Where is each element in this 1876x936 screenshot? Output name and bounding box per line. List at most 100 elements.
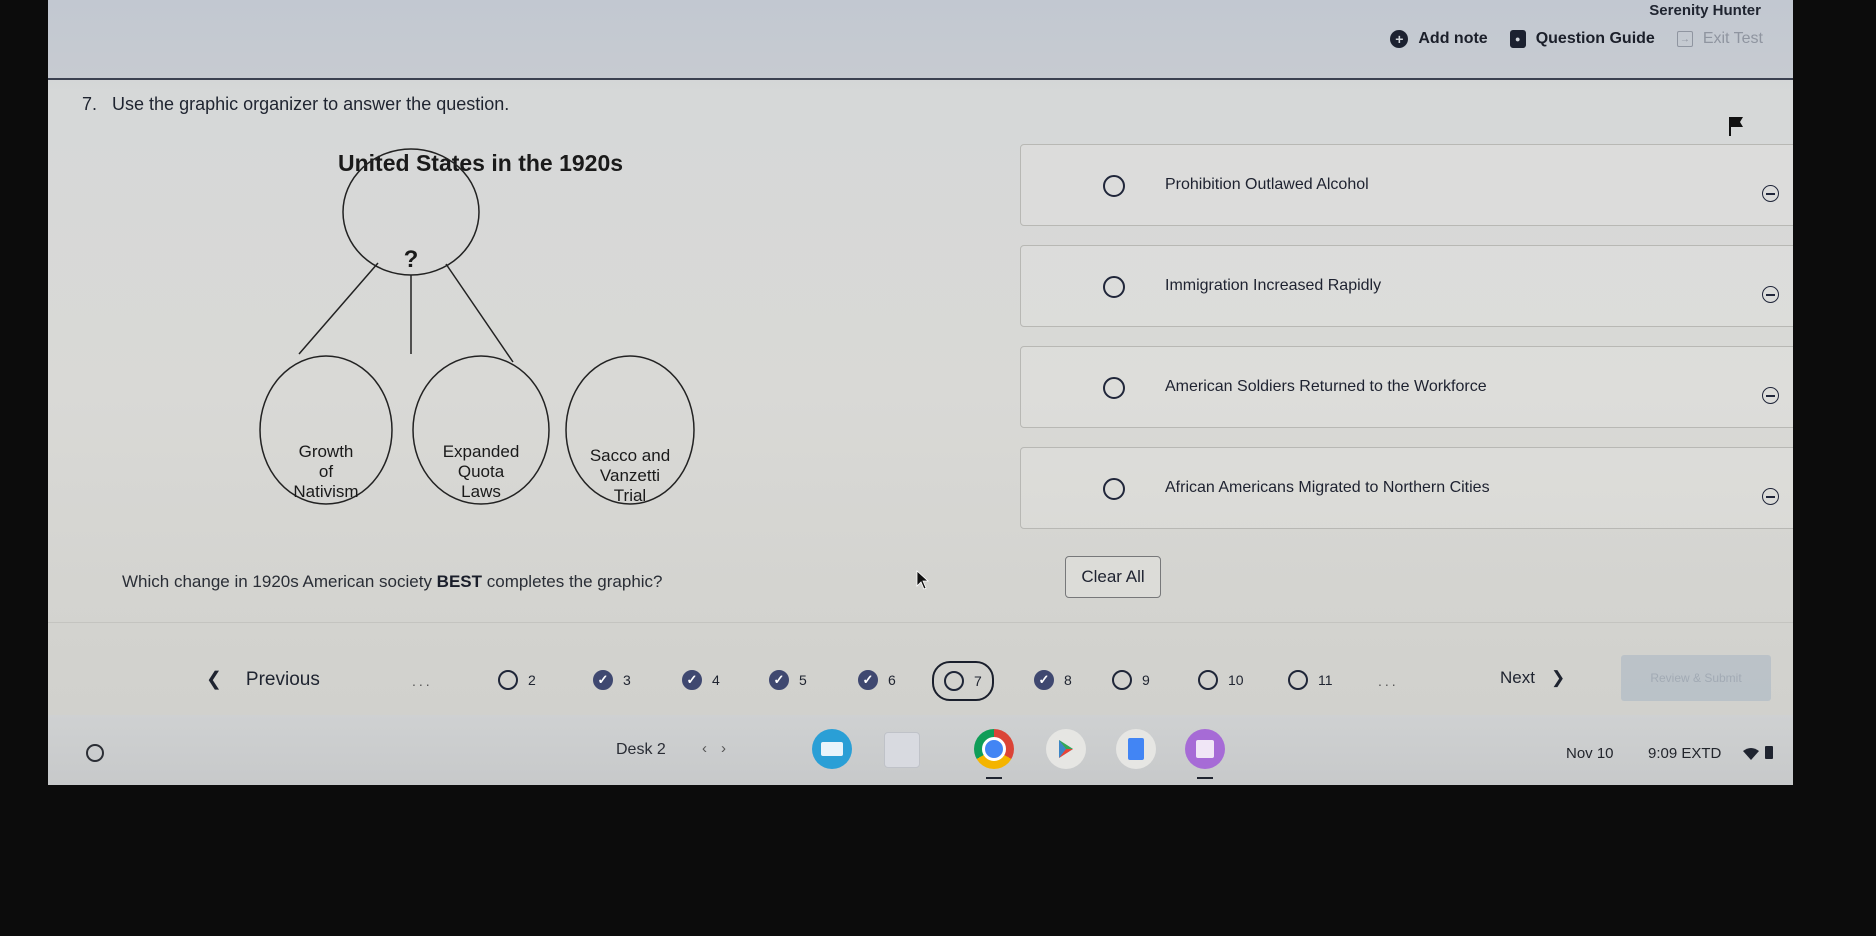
next-label: Next bbox=[1500, 668, 1535, 687]
nav-ellipsis-right[interactable]: ... bbox=[1378, 673, 1399, 689]
answer-option-b[interactable]: Immigration Increased Rapidly bbox=[1020, 245, 1793, 327]
question-nav-number: 3 bbox=[623, 672, 631, 688]
stem-emphasis: BEST bbox=[436, 572, 483, 591]
question-guide-icon: ● bbox=[1509, 30, 1526, 48]
stem-text: Which change in 1920s American society bbox=[122, 572, 437, 591]
question-nav-number: 6 bbox=[888, 672, 896, 688]
node-nativism: Growth of Nativism bbox=[271, 442, 381, 502]
answered-check-icon: ✓ bbox=[1034, 670, 1054, 690]
battery-icon[interactable] bbox=[1765, 746, 1773, 759]
date-display[interactable]: Nov 10 bbox=[1566, 745, 1614, 762]
connector-left bbox=[298, 262, 379, 355]
option-label: American Soldiers Returned to the Workfo… bbox=[1165, 378, 1487, 395]
node-line: Sacco and bbox=[589, 446, 671, 465]
header-actions: + Add note ● Question Guide → Exit Test bbox=[1390, 30, 1763, 48]
purple-app-icon[interactable] bbox=[1185, 729, 1225, 779]
question-nav-3[interactable]: ✓ 3 bbox=[583, 663, 641, 697]
review-submit-button[interactable]: Review & Submit bbox=[1621, 655, 1771, 701]
top-bar: Serenity Hunter + Add note ● Question Gu… bbox=[48, 0, 1793, 80]
radio-button[interactable] bbox=[1103, 175, 1125, 197]
question-nav-2[interactable]: 2 bbox=[488, 663, 546, 697]
eliminate-option-icon[interactable] bbox=[1762, 387, 1779, 404]
answered-check-icon: ✓ bbox=[593, 670, 613, 690]
exit-test-button[interactable]: → Exit Test bbox=[1676, 30, 1763, 48]
previous-button[interactable]: ❮ Previous bbox=[206, 668, 320, 691]
question-nav-number: 5 bbox=[799, 672, 807, 688]
chevron-left-icon: ❮ bbox=[206, 669, 222, 690]
question-nav-5[interactable]: ✓ 5 bbox=[759, 663, 817, 697]
chrome-icon[interactable] bbox=[974, 729, 1014, 779]
radio-button[interactable] bbox=[1103, 276, 1125, 298]
question-nav-7-current[interactable]: 7 bbox=[932, 661, 994, 701]
node-line: Expanded bbox=[442, 442, 520, 461]
graphic-organizer: United States in the 1920s ? Growth of N… bbox=[228, 140, 788, 540]
question-instruction: Use the graphic organizer to answer the … bbox=[112, 94, 510, 114]
blank-window-icon[interactable] bbox=[884, 732, 920, 768]
node-line: Laws bbox=[461, 482, 501, 501]
wifi-icon[interactable] bbox=[1743, 748, 1759, 760]
question-nav-6[interactable]: ✓ 6 bbox=[848, 663, 906, 697]
eliminate-option-icon[interactable] bbox=[1762, 488, 1779, 505]
question-nav-number: 8 bbox=[1064, 672, 1072, 688]
desk-switch-arrows[interactable]: ‹› bbox=[702, 740, 740, 757]
add-note-icon: + bbox=[1390, 30, 1409, 48]
answer-option-d[interactable]: African Americans Migrated to Northern C… bbox=[1020, 447, 1793, 529]
eliminate-option-icon[interactable] bbox=[1762, 286, 1779, 303]
play-store-icon[interactable] bbox=[1046, 729, 1086, 769]
add-note-label: Add note bbox=[1418, 30, 1488, 47]
question-guide-button[interactable]: ● Question Guide bbox=[1509, 30, 1655, 48]
question-nav-number: 11 bbox=[1318, 672, 1333, 688]
question-nav-10[interactable]: 10 bbox=[1188, 663, 1254, 697]
taskbar: Desk 2 ‹› Nov 10 9:09 EXTD bbox=[48, 715, 1793, 785]
clear-all-button[interactable]: Clear All bbox=[1065, 556, 1161, 598]
question-nav-9[interactable]: 9 bbox=[1102, 663, 1160, 697]
chevron-right-icon: ❯ bbox=[1550, 668, 1566, 687]
time-display[interactable]: 9:09 EXTD bbox=[1648, 745, 1721, 762]
answered-check-icon: ✓ bbox=[769, 670, 789, 690]
node-line: Quota bbox=[457, 462, 505, 481]
launcher-icon[interactable] bbox=[86, 744, 104, 762]
option-label: Immigration Increased Rapidly bbox=[1165, 277, 1382, 294]
question-number: 7. bbox=[82, 94, 98, 114]
unanswered-circle-icon bbox=[944, 671, 964, 691]
node-quota-laws: Expanded Quota Laws bbox=[426, 442, 536, 502]
question-nav-number: 10 bbox=[1228, 672, 1244, 688]
node-line: Nativism bbox=[293, 482, 359, 501]
radio-button[interactable] bbox=[1103, 478, 1125, 500]
question-nav-4[interactable]: ✓ 4 bbox=[672, 663, 730, 697]
radio-button[interactable] bbox=[1103, 377, 1125, 399]
unanswered-circle-icon bbox=[1198, 670, 1218, 690]
question-guide-label: Question Guide bbox=[1535, 30, 1655, 47]
add-note-button[interactable]: + Add note bbox=[1390, 30, 1488, 48]
classroom-app-icon[interactable] bbox=[812, 729, 852, 769]
stem-text: completes the graphic? bbox=[482, 572, 663, 591]
question-nav-number: 2 bbox=[528, 672, 536, 688]
unanswered-circle-icon bbox=[1112, 670, 1132, 690]
question-stem: Which change in 1920s American society B… bbox=[122, 572, 663, 592]
running-indicator bbox=[1197, 777, 1213, 779]
answer-option-c[interactable]: American Soldiers Returned to the Workfo… bbox=[1020, 346, 1793, 428]
unanswered-circle-icon bbox=[498, 670, 518, 690]
connector-right bbox=[445, 263, 514, 363]
center-node-text: ? bbox=[403, 246, 419, 273]
next-button[interactable]: Next ❯ bbox=[1500, 668, 1565, 688]
node-line: of bbox=[318, 462, 334, 481]
nav-ellipsis-left[interactable]: ... bbox=[412, 673, 433, 689]
screen: Serenity Hunter + Add note ● Question Gu… bbox=[48, 0, 1793, 785]
question-nav-number: 4 bbox=[712, 672, 720, 688]
answer-option-a[interactable]: Prohibition Outlawed Alcohol bbox=[1020, 144, 1793, 226]
node-sacco-vanzetti: Sacco and Vanzetti Trial bbox=[575, 446, 685, 506]
eliminate-option-icon[interactable] bbox=[1762, 185, 1779, 202]
question-nav-8[interactable]: ✓ 8 bbox=[1024, 663, 1082, 697]
option-label: Prohibition Outlawed Alcohol bbox=[1165, 176, 1369, 193]
desk-label[interactable]: Desk 2 bbox=[616, 741, 666, 759]
question-nav-number: 9 bbox=[1142, 672, 1150, 688]
docs-icon[interactable] bbox=[1116, 729, 1156, 769]
question-nav-11[interactable]: 11 bbox=[1278, 663, 1343, 697]
node-line: Vanzetti bbox=[599, 466, 661, 485]
exit-icon: → bbox=[1676, 31, 1693, 47]
question-nav-number: 7 bbox=[974, 673, 982, 689]
flag-icon[interactable] bbox=[1728, 116, 1744, 136]
option-label: African Americans Migrated to Northern C… bbox=[1165, 479, 1490, 496]
user-name: Serenity Hunter bbox=[1649, 2, 1761, 19]
